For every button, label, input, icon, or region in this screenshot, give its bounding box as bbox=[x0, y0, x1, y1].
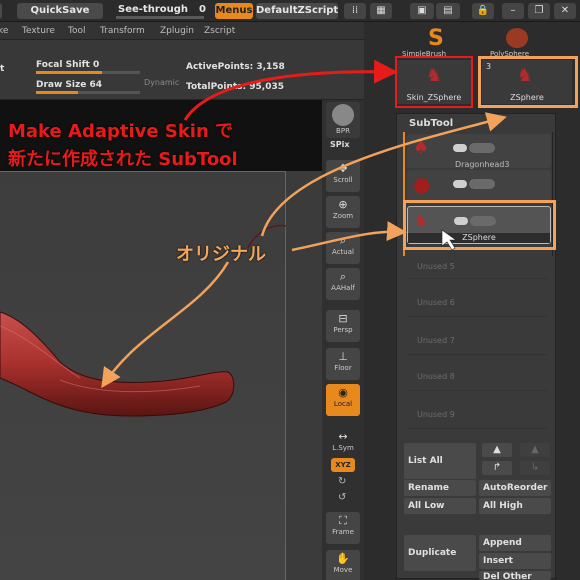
red-arrow bbox=[183, 59, 398, 121]
orange-arrow-to-subtool bbox=[291, 221, 407, 252]
annotation-red-line2: 新たに作成された SubTool bbox=[8, 149, 238, 170]
mouse-cursor-icon bbox=[441, 229, 457, 251]
annotation-arrows bbox=[101, 59, 507, 389]
annotation-red-line1: Make Adaptive Skin で bbox=[8, 121, 234, 142]
annotation-new-subtool: Make Adaptive Skin で 新たに作成された SubTool bbox=[8, 118, 238, 174]
orange-arrow-to-model bbox=[101, 261, 230, 389]
annotation-original: オリジナル bbox=[176, 244, 266, 265]
orange-arrow-to-tool bbox=[260, 112, 507, 237]
zbrush-window: { "topbar": { "quicksave": "QuickSave", … bbox=[0, 0, 580, 580]
